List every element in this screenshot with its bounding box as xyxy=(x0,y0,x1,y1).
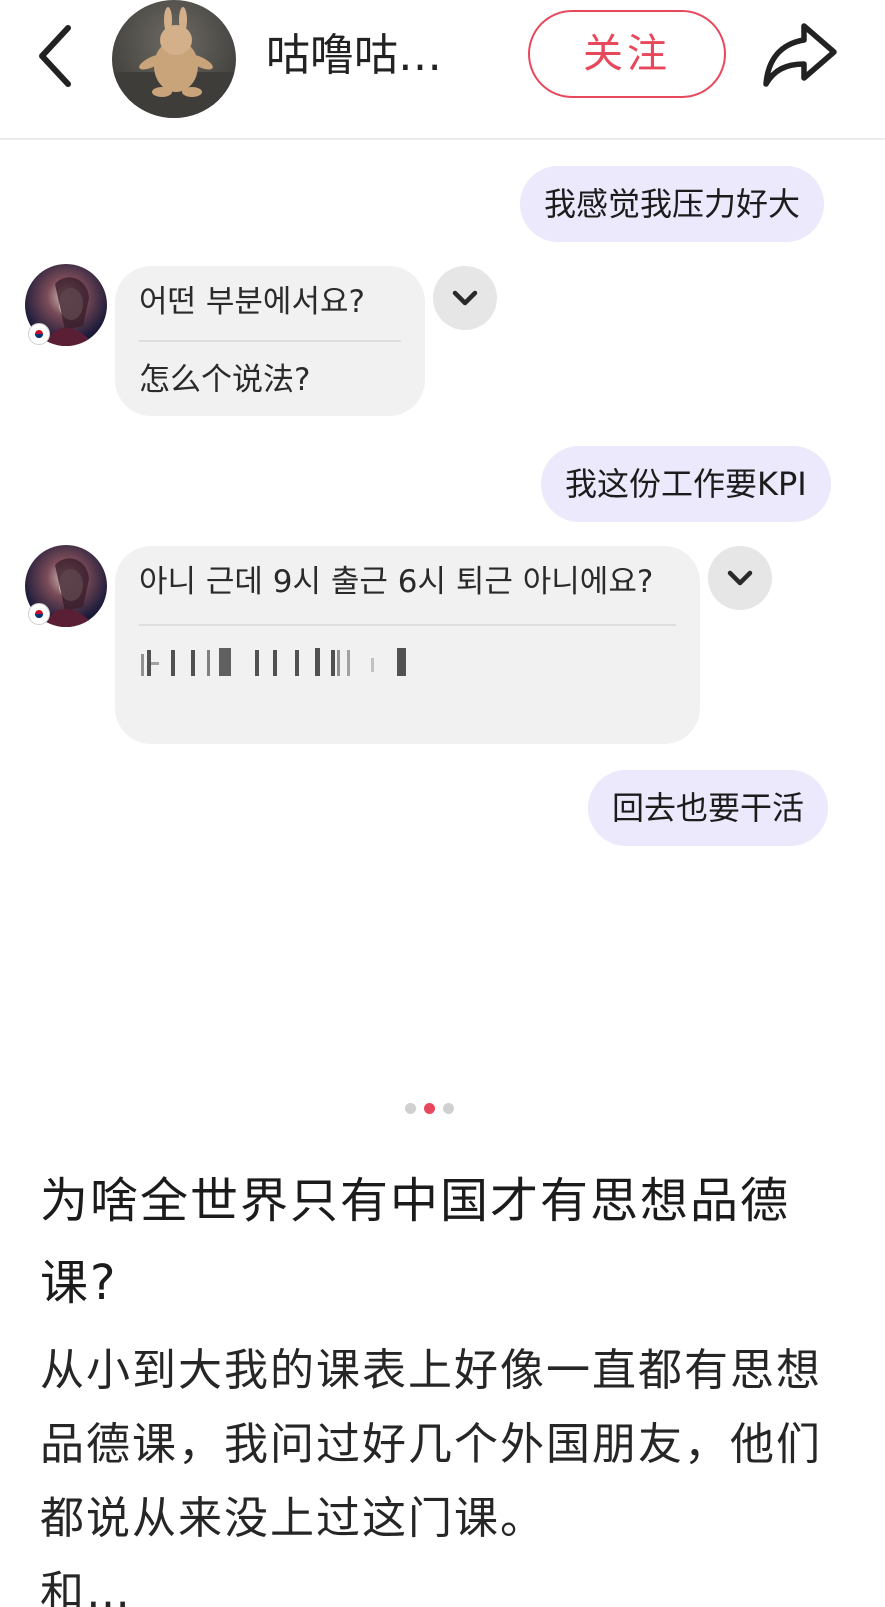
translation-loading-indicator xyxy=(139,640,676,688)
message-text: 我感觉我压力好大 xyxy=(544,185,801,223)
post-title: 为啥全世界只有中国才有思想品德课? xyxy=(40,1173,791,1311)
chevron-down-icon xyxy=(727,570,753,586)
pager-dot-active xyxy=(424,1103,435,1114)
chevron-down-icon xyxy=(452,290,478,306)
collapse-translation-button[interactable] xyxy=(708,546,772,610)
message-text: 아니 근데 9시 출근 6시 퇴근 아니에요? xyxy=(139,564,654,600)
pager-dot xyxy=(405,1103,416,1114)
received-message-bubble[interactable]: 어떤 부분에서요? 怎么个说法? xyxy=(115,266,425,416)
post-body: 从小到大我的课表上好像一直都有思想品德课，我问过好几个外国朋友，他们都说从来没上… xyxy=(40,1345,822,1544)
follow-button[interactable]: 关注 xyxy=(528,10,726,98)
message-text: 回去也要干活 xyxy=(612,789,805,827)
sent-message-bubble[interactable]: 我这份工作要KPI xyxy=(541,446,831,522)
korean-flag-icon xyxy=(28,323,50,345)
rabbit-avatar-image xyxy=(112,7,236,118)
chevron-left-icon xyxy=(39,25,71,87)
received-message-bubble[interactable]: 아니 근데 9시 출근 6시 퇴근 아니에요? xyxy=(115,546,700,744)
sent-message-bubble[interactable]: 我感觉我压力好大 xyxy=(520,166,825,242)
share-arrow-icon xyxy=(763,23,837,87)
sent-message-bubble[interactable]: 回去也要干活 xyxy=(588,770,829,846)
post-body-truncated-line: 和… xyxy=(40,1567,132,1607)
collapse-translation-button[interactable] xyxy=(433,266,497,330)
image-pager-dots xyxy=(405,1103,454,1117)
translation-divider xyxy=(139,624,676,626)
pager-dot xyxy=(443,1103,454,1114)
korean-flag-icon xyxy=(28,603,50,625)
share-button[interactable] xyxy=(760,18,840,90)
translation-text: 怎么个说法? xyxy=(139,362,311,398)
username[interactable]: 咕噜咕… xyxy=(266,26,442,86)
message-text: 我这份工作要KPI xyxy=(565,465,807,503)
back-button[interactable] xyxy=(30,22,86,90)
message-text: 어떤 부분에서요? xyxy=(139,284,365,320)
top-bar: 咕噜咕… 关注 xyxy=(0,0,885,140)
translation-divider xyxy=(139,340,401,342)
avatar[interactable] xyxy=(112,0,236,118)
